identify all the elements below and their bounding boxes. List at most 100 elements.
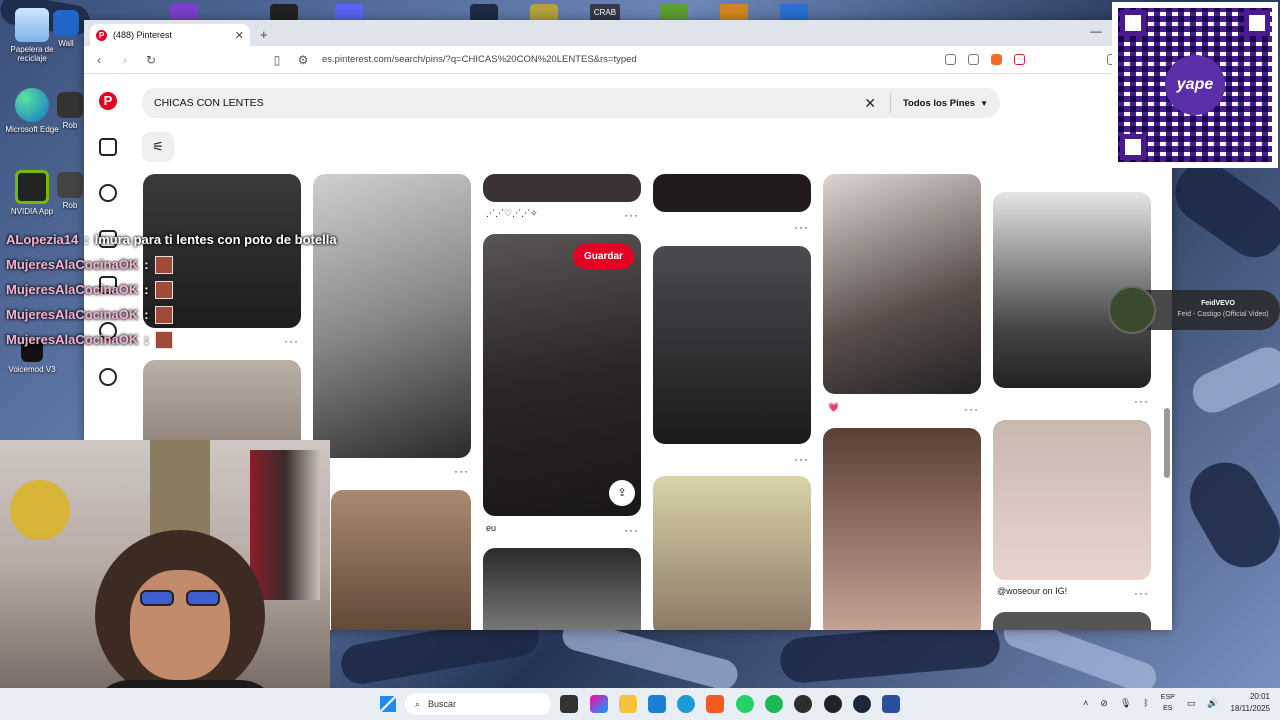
pin-card[interactable]	[483, 174, 641, 202]
roblox-icon	[57, 92, 83, 118]
chat-username: MujeresAlaCocinaOK	[6, 257, 139, 272]
more-options-icon[interactable]: ···	[624, 523, 639, 537]
pin-card[interactable]	[823, 174, 981, 394]
pin-card[interactable]	[823, 428, 981, 630]
pin-type-dropdown[interactable]: Todos los Pines	[903, 98, 975, 109]
taskbar-search[interactable]: ⌕ Buscar	[405, 693, 551, 715]
cast-icon[interactable]	[945, 54, 956, 65]
file-explorer-icon[interactable]	[619, 695, 637, 713]
store-icon[interactable]	[648, 695, 666, 713]
more-options-icon[interactable]: ···	[454, 464, 469, 478]
clock[interactable]: 20:01 18/11/2025	[1231, 691, 1270, 715]
emote-icon	[154, 255, 173, 274]
edge-icon[interactable]	[677, 695, 695, 713]
save-button[interactable]: Guardar	[573, 244, 634, 269]
app-icon	[53, 10, 79, 36]
pin-card[interactable]	[993, 420, 1151, 580]
more-options-icon[interactable]: ···	[1134, 394, 1149, 408]
display-icon[interactable]: ▭	[1187, 698, 1196, 709]
brave-shield-icon[interactable]	[991, 54, 1002, 65]
steam-icon[interactable]	[853, 695, 871, 713]
pin-caption: @woseour on IG!	[997, 586, 1068, 596]
network-off-icon[interactable]: ⊘	[1100, 698, 1108, 709]
microphone-icon[interactable]: 🎙	[1120, 698, 1131, 709]
site-settings-icon[interactable]: ⚙	[296, 53, 310, 67]
url-field[interactable]: es.pinterest.com/search/pins/?q=CHICAS%2…	[322, 54, 933, 65]
chevron-up-icon[interactable]: ˄	[1083, 698, 1088, 708]
pin-card[interactable]	[653, 174, 811, 212]
chat-message: ALopezia14: Imura para ti lentes con pot…	[6, 232, 337, 247]
whatsapp-icon[interactable]	[736, 695, 754, 713]
emote-icon	[154, 280, 173, 299]
chat-message: MujeresAlaCocinaOK:	[6, 277, 337, 302]
volume-icon[interactable]: 🔊	[1207, 698, 1218, 709]
search-input[interactable]: CHICAS CON LENTES ✕ Todos los Pines ▼	[142, 88, 1000, 118]
sliders-icon: ⚟	[152, 139, 164, 154]
tab-bar: P (488) Pinterest ✕ + —	[84, 20, 1172, 46]
messages-icon[interactable]	[99, 368, 117, 386]
taskbar-search-placeholder: Buscar	[428, 699, 457, 709]
pin-card-hovered[interactable]: Guardar ⇪	[483, 234, 641, 516]
chat-text: Imura para ti lentes con poto de botella	[94, 232, 337, 247]
brave-icon[interactable]	[706, 695, 724, 713]
desktop-icon-partial-wall[interactable]: Wall	[46, 10, 86, 48]
tab-pinterest[interactable]: P (488) Pinterest ✕	[90, 24, 250, 46]
now-playing-widget: FeidVEVO Feid - Castigo (Official Video)	[1108, 286, 1280, 334]
address-bar-row: ‹ › ↻ ▯ ⚙ es.pinterest.com/search/pins/?…	[84, 46, 1172, 74]
stream-chat-overlay: ALopezia14: Imura para ti lentes con pot…	[6, 227, 337, 352]
more-options-icon[interactable]: ···	[624, 208, 639, 222]
emote-icon	[154, 330, 173, 349]
pin-caption: ⋰⋰♡⋰⋰✧	[486, 208, 538, 218]
scrollbar-thumb[interactable]	[1164, 408, 1170, 478]
pin-card[interactable]	[653, 476, 811, 630]
app-icon[interactable]	[882, 695, 900, 713]
more-options-icon[interactable]: ···	[794, 452, 809, 466]
emote-icon	[154, 305, 173, 324]
back-icon[interactable]: ‹	[92, 53, 106, 67]
obs-icon[interactable]	[824, 695, 842, 713]
bluetooth-icon[interactable]: ᛒ	[1143, 698, 1148, 708]
system-tray: ˄ ⊘ 🎙 ᛒ ESP ES ▭ 🔊 20:01 18/11/2025	[1083, 691, 1270, 715]
share-icon[interactable]	[968, 54, 979, 65]
pin-card[interactable]	[993, 612, 1151, 630]
xbox-icon[interactable]	[794, 695, 812, 713]
pinterest-logo-icon[interactable]: P	[99, 92, 117, 110]
pin-caption: eu	[486, 523, 497, 533]
forward-icon[interactable]: ›	[118, 53, 132, 67]
chat-message: MujeresAlaCocinaOK:	[6, 327, 337, 352]
reload-icon[interactable]: ↻	[144, 53, 158, 67]
clear-search-icon[interactable]: ✕	[864, 95, 876, 112]
chat-username: MujeresAlaCocinaOK	[6, 332, 139, 347]
copilot-icon[interactable]	[590, 695, 608, 713]
pin-card[interactable]	[331, 490, 471, 630]
brave-rewards-icon[interactable]	[1014, 54, 1025, 65]
now-playing-track: Feid - Castigo (Official Video)	[1177, 311, 1269, 318]
spotify-icon[interactable]	[765, 695, 783, 713]
new-tab-icon[interactable]: +	[260, 24, 268, 46]
more-options-icon[interactable]: ···	[1134, 586, 1149, 600]
search-icon: ⌕	[415, 698, 421, 709]
chat-username: ALopezia14	[6, 232, 79, 247]
filters-button[interactable]: ⚟	[142, 132, 174, 162]
windows-start-icon[interactable]	[380, 696, 396, 712]
more-options-icon[interactable]: ···	[794, 220, 809, 234]
pin-card[interactable]	[313, 174, 471, 458]
pin-card[interactable]	[483, 548, 641, 630]
search-query: CHICAS CON LENTES	[154, 97, 264, 109]
chat-message: MujeresAlaCocinaOK:	[6, 252, 337, 277]
more-options-icon[interactable]: ···	[964, 402, 979, 416]
home-icon[interactable]	[99, 138, 117, 156]
now-playing-artist: FeidVEVO	[1201, 300, 1235, 307]
minimize-window-icon[interactable]: —	[1090, 24, 1102, 38]
explore-icon[interactable]	[99, 184, 117, 202]
scrollbar[interactable]	[1164, 228, 1170, 626]
chat-username: MujeresAlaCocinaOK	[6, 307, 139, 322]
close-tab-icon[interactable]: ✕	[235, 29, 244, 42]
bookmark-icon[interactable]: ▯	[270, 53, 284, 67]
chat-username: MujeresAlaCocinaOK	[6, 282, 139, 297]
pin-card[interactable]	[653, 246, 811, 444]
task-view-icon[interactable]	[560, 695, 578, 713]
search-divider	[889, 93, 891, 113]
share-icon[interactable]: ⇪	[609, 480, 635, 506]
language-indicator[interactable]: ESP ES	[1161, 692, 1175, 714]
